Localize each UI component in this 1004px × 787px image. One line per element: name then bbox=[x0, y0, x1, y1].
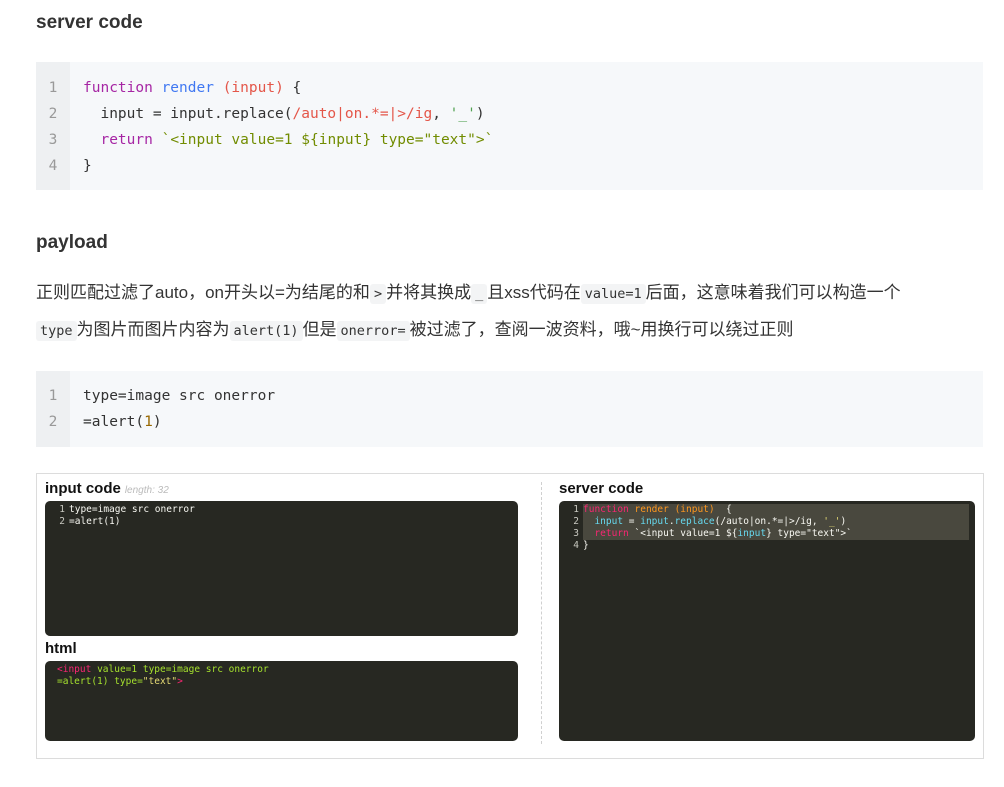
paragraph-line-1: 正则匹配过滤了auto，on开头以=为结尾的和 > 并将其换成 _ 且xss代码在 val… bbox=[36, 283, 901, 304]
code-line: 1 type=image src onerror bbox=[36, 383, 983, 409]
input-code-editor[interactable]: 1 type=image src onerror 2 =alert(1) bbox=[45, 501, 518, 636]
line-number: 1 bbox=[573, 504, 579, 515]
code-text: function render (input) { bbox=[83, 80, 302, 96]
line-number: 1 bbox=[59, 504, 65, 515]
challenge-screenshot: input code length: 32 1 type=image src one… bbox=[36, 473, 984, 759]
editor-line: 1 function render (input) { bbox=[565, 504, 732, 516]
code-line: 2 input = input.replace(/auto|on.*=|>/ig… bbox=[36, 101, 983, 127]
line-number: 3 bbox=[48, 132, 58, 148]
payload-code-block: 1 type=image src onerror 2 =alert(1) bbox=[36, 371, 983, 447]
editor-line: 3 return `<input value=1 ${input} type="… bbox=[565, 528, 852, 540]
server-code-block: 1 function render (input) { 2 input = inpu… bbox=[36, 62, 983, 190]
code-text: } bbox=[83, 158, 92, 174]
inline-code: _ bbox=[471, 284, 488, 304]
line-number: 2 bbox=[59, 516, 65, 527]
paragraph-line-2: type 为图片而图片内容为 alert(1) 但是 onerror= 被过滤了，查阅一波… bbox=[36, 312, 996, 349]
line-number: 4 bbox=[573, 540, 579, 551]
line-number: 4 bbox=[48, 158, 58, 174]
editor-line: 2 input = input.replace(/auto|on.*=|>/ig… bbox=[565, 516, 846, 528]
code-line: 1 function render (input) { bbox=[36, 75, 983, 101]
line-number: 2 bbox=[48, 106, 58, 122]
editor-text: type=image src onerror bbox=[69, 504, 195, 515]
inline-code: onerror= bbox=[336, 321, 410, 341]
server-code-heading: server code bbox=[36, 12, 143, 33]
editor-text: =alert(1) bbox=[69, 516, 121, 527]
length-hint: length: 32 bbox=[124, 485, 169, 496]
line-number: 1 bbox=[48, 80, 58, 96]
server-code-editor: 1 function render (input) {2 input = inpu… bbox=[559, 501, 975, 741]
server-code-panel-title: server code bbox=[559, 480, 644, 497]
html-title: html bbox=[45, 640, 77, 657]
panel-divider bbox=[541, 482, 542, 744]
line-number: 1 bbox=[48, 388, 58, 404]
line-number: 2 bbox=[573, 516, 579, 527]
line-number: 3 bbox=[573, 528, 579, 539]
html-line-2: =alert(1) type="text"> bbox=[57, 676, 183, 687]
line-number: 2 bbox=[48, 414, 58, 430]
inline-code: type bbox=[36, 321, 77, 341]
inline-code: alert(1) bbox=[229, 321, 303, 341]
input-code-title: input code length: 32 bbox=[45, 480, 169, 497]
code-line: 4} bbox=[36, 153, 983, 179]
html-line-1: <input value=1 type=image src onerror bbox=[57, 664, 269, 675]
inline-code: > bbox=[369, 284, 387, 304]
html-output: <input value=1 type=image src onerror =a… bbox=[45, 661, 518, 741]
code-text: type=image src onerror bbox=[83, 388, 276, 404]
payload-heading: payload bbox=[36, 232, 108, 253]
editor-line: 1 type=image src onerror bbox=[51, 504, 195, 516]
code-text: return `<input value=1 ${input} type="te… bbox=[100, 132, 494, 148]
code-text: input = input.replace(/auto|on.*=|>/ig, … bbox=[83, 106, 485, 122]
code-line: 3 return `<input value=1 ${input} type="… bbox=[36, 127, 983, 153]
code-line: 2 =alert(1) bbox=[36, 409, 983, 435]
code-text: =alert(1) bbox=[83, 414, 162, 430]
inline-code: value=1 bbox=[580, 284, 646, 304]
editor-line: 2 =alert(1) bbox=[51, 516, 120, 528]
explanation-paragraph: 正则匹配过滤了auto，on开头以=为结尾的和 > 并将其换成 _ 且xss代码在 val… bbox=[36, 275, 996, 349]
editor-line: 4} bbox=[565, 540, 588, 552]
